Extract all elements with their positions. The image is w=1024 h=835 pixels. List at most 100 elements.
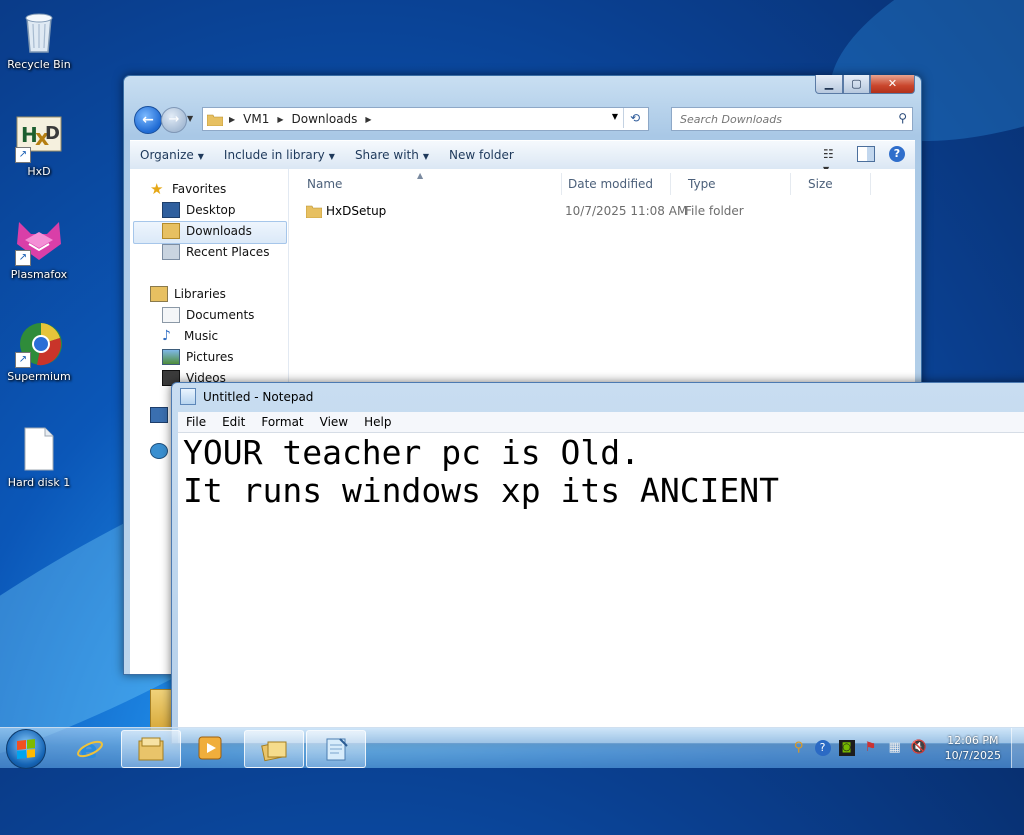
taskbar-internet-explorer[interactable]: e bbox=[61, 730, 119, 766]
nav-recent-places[interactable]: Recent Places bbox=[162, 242, 269, 262]
recycle-bin-icon bbox=[15, 8, 63, 56]
column-header-name[interactable]: Name ▲ bbox=[289, 171, 562, 195]
maximize-button[interactable]: ▢ bbox=[843, 75, 870, 94]
sort-ascending-icon: ▲ bbox=[417, 171, 424, 180]
file-type: File folder bbox=[685, 204, 744, 218]
preview-pane-icon[interactable] bbox=[857, 146, 875, 162]
folder-icon bbox=[305, 204, 323, 219]
clock[interactable]: 12:06 PM 10/7/2025 bbox=[945, 733, 1001, 763]
menu-help[interactable]: Help bbox=[356, 415, 399, 429]
nav-documents[interactable]: Documents bbox=[162, 305, 254, 325]
start-button[interactable] bbox=[6, 729, 46, 769]
hxd-icon: H x D ↗ bbox=[15, 115, 63, 163]
recent-pages-dropdown[interactable]: ▼ bbox=[187, 114, 193, 123]
desktop-icon-plasmafox[interactable]: ↗ Plasmafox bbox=[0, 218, 78, 281]
organize-menu[interactable]: Organize ▼ bbox=[130, 148, 214, 162]
minimize-button[interactable]: ▁ bbox=[815, 75, 843, 94]
notepad-text-area[interactable]: YOUR teacher pc is Old. It runs windows … bbox=[178, 433, 1024, 743]
pictures-icon bbox=[162, 349, 180, 365]
breadcrumb-separator: ▶ bbox=[365, 114, 372, 124]
forward-button[interactable]: → bbox=[161, 107, 187, 133]
breadcrumb-vm1[interactable]: VM1 bbox=[243, 112, 269, 126]
file-name[interactable]: HxDSetup bbox=[326, 201, 386, 221]
search-box[interactable]: ⚲ bbox=[671, 107, 913, 131]
menu-bar: File Edit Format View Help bbox=[178, 412, 1024, 433]
new-folder-button[interactable]: New folder bbox=[439, 148, 524, 162]
magnifier-icon[interactable]: ⚲ bbox=[791, 740, 807, 756]
network-icon bbox=[150, 443, 168, 459]
breadcrumb-separator: ▶ bbox=[277, 114, 284, 124]
shortcut-arrow-icon: ↗ bbox=[15, 250, 31, 266]
desktop-icon-label: Recycle Bin bbox=[7, 58, 71, 71]
window-controls: ▁ ▢ ✕ bbox=[815, 75, 915, 94]
downloads-folder-icon bbox=[162, 223, 180, 239]
taskbar-file-explorer[interactable] bbox=[121, 730, 181, 768]
nvidia-icon[interactable]: ◙ bbox=[838, 740, 855, 756]
desktop-icon bbox=[162, 202, 180, 218]
folder-icon bbox=[207, 114, 223, 126]
nav-favorites[interactable]: ★ Favorites bbox=[150, 179, 226, 199]
command-bar: Organize ▼ Include in library ▼ Share with… bbox=[130, 140, 915, 174]
taskbar-notepad[interactable] bbox=[306, 730, 366, 768]
refresh-icon[interactable]: ⟲ bbox=[623, 108, 646, 128]
documents-icon bbox=[162, 307, 180, 323]
shortcut-arrow-icon: ↗ bbox=[15, 352, 31, 368]
chevron-down-icon: ▼ bbox=[197, 152, 204, 161]
back-button[interactable]: ← bbox=[134, 106, 162, 134]
file-row[interactable]: HxDSetup 10/7/2025 11:08 AM File folder bbox=[301, 201, 901, 221]
nav-music[interactable]: ♪ Music bbox=[162, 326, 218, 346]
nav-libraries[interactable]: Libraries bbox=[150, 284, 226, 304]
desktop-icon-hxd[interactable]: H x D ↗ HxD bbox=[0, 115, 78, 178]
recent-places-icon bbox=[162, 244, 180, 260]
taskbar-media-player[interactable] bbox=[181, 730, 239, 766]
notepad-icon bbox=[180, 388, 196, 405]
address-bar[interactable]: ▶ VM1 ▶ Downloads ▶ ▼ ⟲ bbox=[202, 107, 649, 131]
search-icon[interactable]: ⚲ bbox=[898, 111, 907, 125]
column-header-size[interactable]: Size bbox=[790, 173, 871, 195]
desktop-icon-supermium[interactable]: ↗ Supermium bbox=[0, 320, 78, 383]
help-circle-icon[interactable]: ? bbox=[814, 740, 831, 756]
media-player-icon bbox=[198, 736, 222, 760]
notepad-title-bar[interactable]: Untitled - Notepad bbox=[180, 388, 313, 405]
breadcrumb-downloads[interactable]: Downloads bbox=[292, 112, 358, 126]
music-note-icon: ♪ bbox=[162, 328, 171, 344]
menu-format[interactable]: Format bbox=[253, 415, 311, 429]
nav-pictures[interactable]: Pictures bbox=[162, 347, 234, 367]
menu-edit[interactable]: Edit bbox=[214, 415, 253, 429]
navigation-bar: ← → ▼ ▶ VM1 ▶ Downloads ▶ ▼ ⟲ ⚲ bbox=[132, 106, 913, 134]
nav-downloads[interactable]: Downloads bbox=[162, 221, 252, 241]
folder-stack-icon bbox=[261, 741, 287, 762]
volume-muted-icon[interactable]: 🔇 bbox=[911, 740, 927, 756]
column-header-type[interactable]: Type bbox=[670, 173, 791, 195]
share-with-menu[interactable]: Share with ▼ bbox=[345, 148, 439, 162]
menu-view[interactable]: View bbox=[312, 415, 356, 429]
help-icon[interactable]: ? bbox=[889, 146, 905, 162]
address-dropdown-icon[interactable]: ▼ bbox=[612, 112, 618, 121]
clock-date: 10/7/2025 bbox=[944, 749, 1001, 762]
change-view-icon[interactable]: ☷ ▼ bbox=[823, 147, 843, 174]
desktop-icon-label: Supermium bbox=[7, 370, 71, 383]
desktop-icon-label: Hard disk 1 bbox=[7, 476, 71, 489]
file-explorer-icon bbox=[138, 737, 164, 761]
star-icon: ★ bbox=[150, 180, 164, 198]
taskbar-folder-stack[interactable] bbox=[244, 730, 304, 768]
search-input[interactable] bbox=[678, 108, 887, 130]
desktop-icon-recycle-bin[interactable]: Recycle Bin bbox=[0, 8, 78, 71]
desktop-icon-label: Plasmafox bbox=[10, 268, 68, 281]
breadcrumb-separator: ▶ bbox=[229, 114, 236, 124]
desktop-icon-hard-disk[interactable]: Hard disk 1 bbox=[0, 426, 78, 489]
menu-file[interactable]: File bbox=[178, 415, 214, 429]
show-desktop-button[interactable] bbox=[1011, 728, 1024, 768]
svg-text:D: D bbox=[45, 123, 60, 144]
column-header-date-modified[interactable]: Date modified bbox=[550, 173, 671, 195]
notepad-window[interactable]: Untitled - Notepad File Edit Format View… bbox=[171, 382, 1024, 744]
include-in-library-menu[interactable]: Include in library ▼ bbox=[214, 148, 345, 162]
window-title: Untitled - Notepad bbox=[203, 389, 314, 404]
network-status-icon[interactable]: ▦ bbox=[887, 740, 903, 756]
plasmafox-icon: ↗ bbox=[15, 218, 63, 266]
close-button[interactable]: ✕ bbox=[870, 75, 915, 94]
taskbar: e ⚲ ? ◙ ⚑ ▦ 🔇 12:06 PM 10/7/2025 bbox=[0, 727, 1024, 769]
action-center-flag-icon[interactable]: ⚑ bbox=[863, 740, 879, 756]
nav-desktop[interactable]: Desktop bbox=[162, 200, 236, 220]
chevron-down-icon: ▼ bbox=[422, 152, 429, 161]
